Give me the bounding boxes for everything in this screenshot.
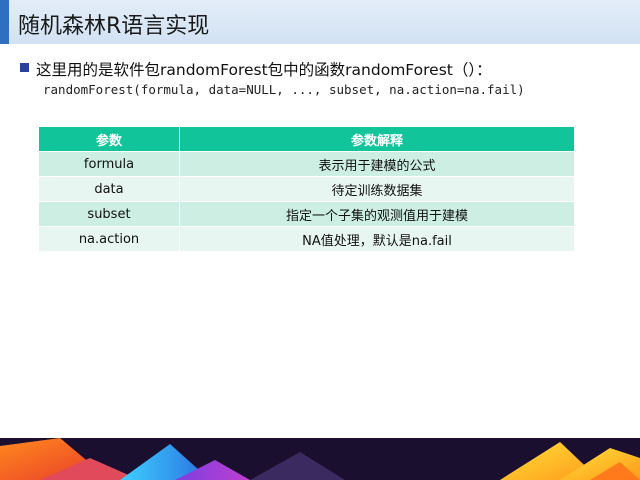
function-signature: randomForest(formula, data=NULL, ..., su… — [43, 82, 525, 97]
bullet-text: 这里用的是软件包randomForest包中的函数randomForest（）： — [36, 61, 492, 79]
header-description: 参数解释 — [179, 127, 574, 152]
table-row: formula 表示用于建模的公式 — [39, 151, 574, 177]
parameter-table: 参数 参数解释 formula 表示用于建模的公式 data 待定训练数据集 s… — [39, 127, 574, 251]
param-name: subset — [39, 201, 180, 227]
square-bullet-icon — [20, 63, 29, 72]
param-name: formula — [39, 151, 180, 177]
param-description: NA值处理，默认是na.fail — [179, 226, 574, 251]
table-row: subset 指定一个子集的观测值用于建模 — [39, 201, 574, 227]
param-name: na.action — [39, 226, 180, 251]
param-description: 表示用于建模的公式 — [179, 151, 574, 177]
slide-title: 随机森林R语言实现 — [18, 14, 210, 39]
title-accent-bar — [0, 0, 9, 44]
table-row: data 待定训练数据集 — [39, 176, 574, 202]
table-header-row: 参数 参数解释 — [39, 127, 574, 152]
title-bar: 随机森林R语言实现 — [0, 0, 640, 44]
param-name: data — [39, 176, 180, 202]
header-param: 参数 — [39, 127, 180, 152]
decorative-footer — [0, 438, 640, 480]
table-row: na.action NA值处理，默认是na.fail — [39, 226, 574, 251]
footer-graphic — [0, 438, 640, 480]
param-description: 指定一个子集的观测值用于建模 — [179, 201, 574, 227]
param-description: 待定训练数据集 — [179, 176, 574, 202]
